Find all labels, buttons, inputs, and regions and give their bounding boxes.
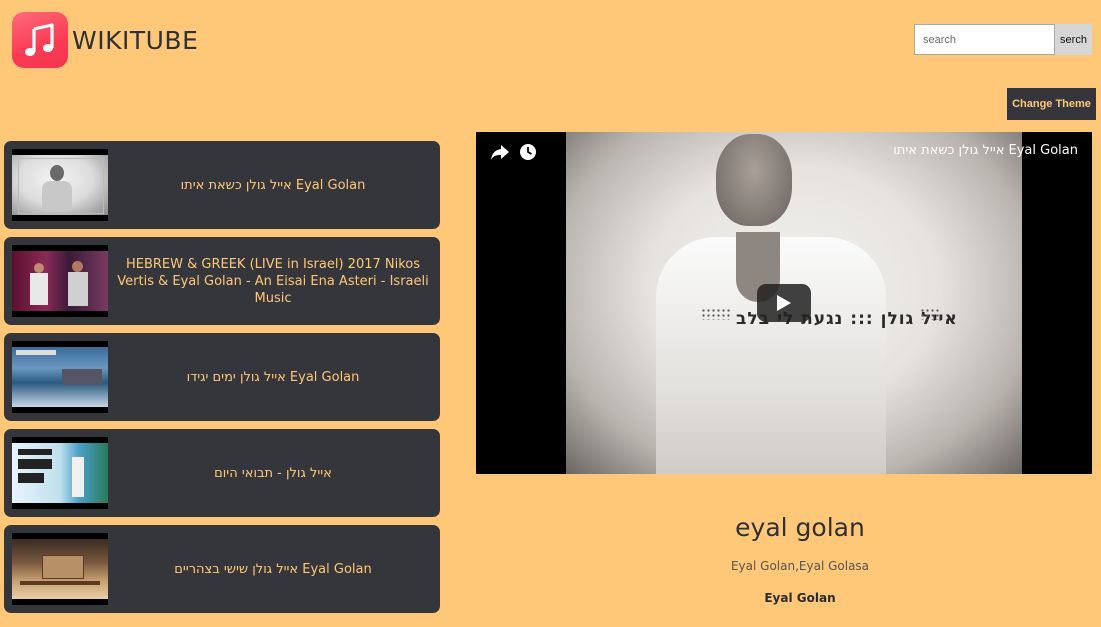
video-list-item-title[interactable]: אייל גולן כשאת איתו Eyal Golan [112, 141, 434, 229]
video-list-item[interactable]: אייל גולן שישי בצהריים Eyal Golan [4, 525, 440, 613]
change-theme-button[interactable]: Change Theme [1007, 88, 1096, 120]
music-note-icon [25, 23, 54, 56]
clock-icon[interactable] [519, 143, 537, 165]
share-icon[interactable] [490, 143, 510, 165]
video-thumbnail[interactable] [12, 341, 108, 413]
video-list: אייל גולן כשאת איתו Eyal Golan HEBREW & … [4, 141, 440, 621]
banner-decoration [701, 308, 731, 320]
video-thumbnail[interactable] [12, 149, 108, 221]
search-input[interactable] [914, 24, 1055, 55]
video-list-item[interactable]: HEBREW & GREEK (LIVE in Israel) 2017 Nik… [4, 237, 440, 325]
video-thumbnail[interactable] [12, 533, 108, 605]
video-list-item-title[interactable]: אייל גולן ימים יגידו Eyal Golan [112, 333, 434, 421]
channel-name[interactable]: Eyal Golan [476, 591, 1101, 605]
play-icon [777, 295, 791, 311]
banner-decoration [920, 308, 940, 320]
brand-name: WIKITUBE [72, 26, 199, 55]
video-list-item[interactable]: אייל גולן כשאת איתו Eyal Golan [4, 141, 440, 229]
video-thumbnail[interactable] [12, 245, 108, 317]
video-list-item-title[interactable]: אייל גולן שישי בצהריים Eyal Golan [112, 525, 434, 613]
video-list-item-title[interactable]: אייל גולן - תבואי היום [112, 429, 434, 517]
video-list-item[interactable]: אייל גולן - תבואי היום [4, 429, 440, 517]
player-title[interactable]: אייל גולן כשאת איתו Eyal Golan [893, 143, 1078, 158]
video-player[interactable]: אייל גולן ::: נגעת לי בלב אייל גולן כשאת… [476, 132, 1092, 474]
search-button[interactable]: serch [1055, 24, 1092, 55]
search-form: serch [914, 24, 1092, 55]
video-list-item-title[interactable]: HEBREW & GREEK (LIVE in Israel) 2017 Nik… [112, 237, 434, 325]
app-logo [12, 12, 68, 68]
video-tags: Eyal Golan,Eyal Golasa [730, 559, 870, 573]
play-button[interactable] [757, 284, 811, 322]
video-title: eyal golan [735, 513, 865, 542]
video-thumbnail[interactable] [12, 437, 108, 509]
video-list-item[interactable]: אייל גולן ימים יגידו Eyal Golan [4, 333, 440, 421]
